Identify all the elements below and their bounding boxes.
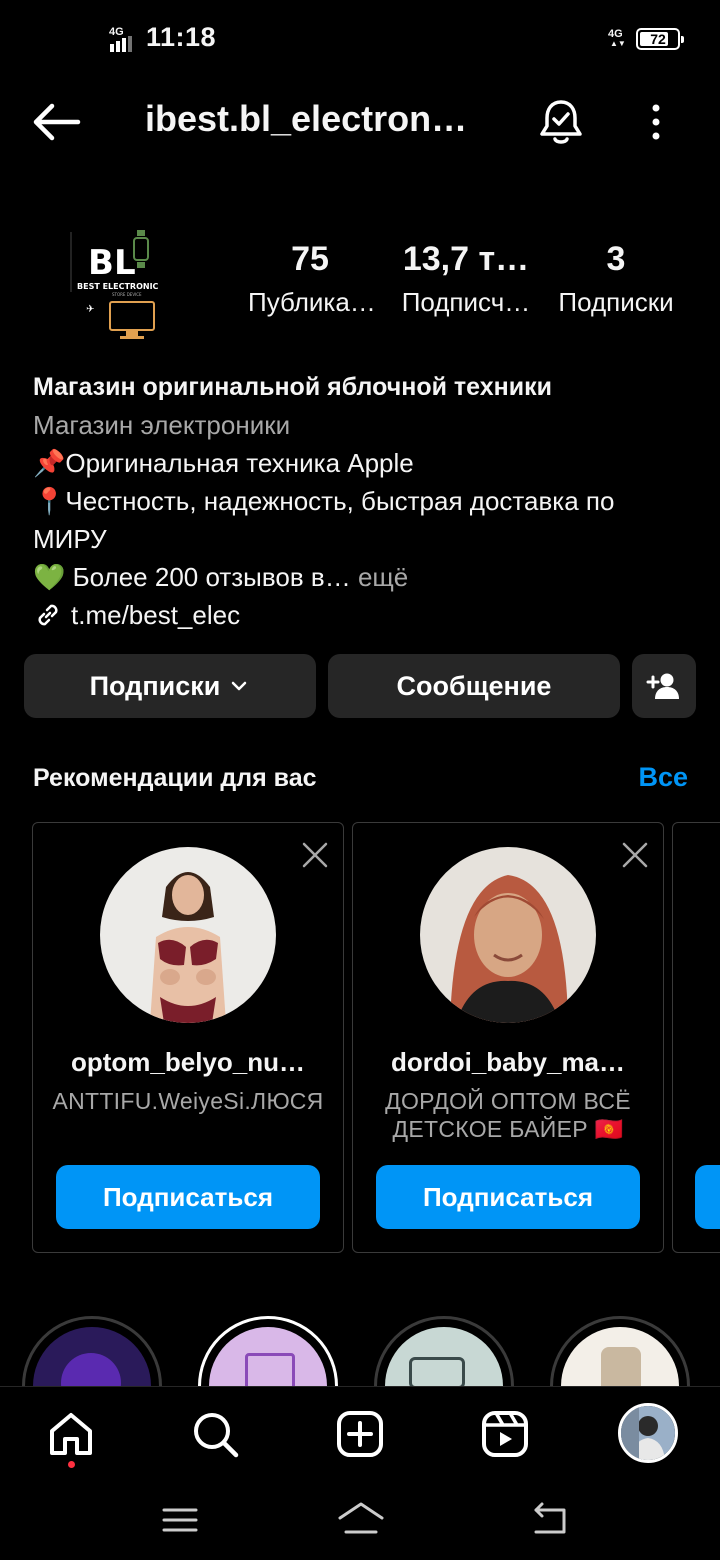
system-navigation-bar [0, 1480, 720, 1560]
create-icon [337, 1411, 383, 1457]
follow-button[interactable]: Подписаться [376, 1165, 640, 1229]
profile-display-name: Магазин оригинальной яблочной техники [33, 373, 553, 401]
bio-line: 📌Оригинальная техника Apple [33, 448, 414, 478]
battery-icon: 72 [636, 28, 684, 50]
close-icon [302, 842, 328, 868]
suggestion-card[interactable]: dordoi_baby_ma… ДОРДОЙ ОПТОМ ВСЁ ДЕТСКОЕ… [352, 822, 664, 1253]
link-icon [38, 604, 58, 626]
system-back-button[interactable] [528, 1500, 570, 1540]
profile-stats: 75 Публика… 13,7 т… Подписч… 3 Подписки [240, 240, 690, 330]
svg-text:B: B [88, 243, 114, 283]
nav-search[interactable] [190, 1409, 240, 1459]
notifications-button[interactable] [538, 98, 584, 146]
network-icon: 4G ▲▼ [608, 28, 626, 48]
signal-icon: 4G [108, 26, 138, 52]
battery-level: 72 [650, 31, 666, 47]
suggestion-username: dordoi_baby_ma… [390, 1047, 626, 1077]
system-home-button[interactable] [336, 1498, 386, 1542]
highlight-item[interactable] [550, 1316, 690, 1386]
following-stat[interactable]: 3 Подписки [550, 240, 682, 318]
profile-actions: Подписки Сообщение [24, 654, 696, 718]
bio-more-link[interactable]: ещё [358, 562, 408, 592]
nav-profile-avatar[interactable] [618, 1403, 678, 1463]
posts-stat[interactable]: 75 Публика… [248, 240, 376, 318]
back-button[interactable] [30, 102, 82, 142]
followers-stat[interactable]: 13,7 т… Подписч… [396, 240, 536, 318]
suggestion-card[interactable]: optom_belyo_nu… ANTTIFU.WeiyeSi.ЛЮСЯ Под… [32, 822, 344, 1253]
suggestion-subtitle: ANTTIFU.WeiyeSi.ЛЮСЯ [52, 1088, 324, 1114]
profile-header: ibest.bl_electron… [0, 78, 720, 166]
return-icon [534, 1502, 566, 1534]
home-icon [50, 1413, 92, 1455]
add-user-icon [646, 673, 679, 699]
nav-create[interactable] [335, 1409, 385, 1459]
suggestion-subtitle: ДОРДОЙ ОПТОМ ВСЁ ДЕТСКОЕ БАЙЕР 🇰🇬 [385, 1088, 631, 1142]
nav-home[interactable] [46, 1409, 96, 1459]
see-all-link[interactable]: Все [638, 762, 688, 793]
clock: 11:18 [146, 22, 217, 52]
highlight-item[interactable] [198, 1316, 338, 1386]
svg-text:✈: ✈ [86, 304, 94, 315]
bio-link[interactable]: t.me/best_elec [33, 596, 693, 634]
highlight-item[interactable] [374, 1316, 514, 1386]
svg-text:BEST ELECTRONIC: BEST ELECTRONIC [77, 282, 159, 291]
suggestion-username: optom_belyo_nu… [70, 1047, 305, 1077]
recommendations-title: Рекомендации для вас [33, 764, 317, 792]
recommendations-header: Рекомендации для вас Все [33, 760, 688, 800]
reels-icon [482, 1411, 528, 1457]
bottom-navigation [0, 1386, 720, 1480]
brand-logo: B L BEST ELECTRONIC STORE DEVICE ✈ [70, 230, 159, 339]
profile-username: ibest.bl_electron… [145, 98, 468, 139]
notification-dot [68, 1461, 75, 1468]
status-bar: 4G 11:18 4G ▲▼ 72 [0, 0, 720, 78]
close-icon [622, 842, 648, 868]
dismiss-suggestion-button[interactable] [301, 841, 329, 869]
more-options-button[interactable] [640, 100, 672, 144]
suggestion-card-partial[interactable] [672, 822, 720, 1253]
suggestion-avatar[interactable] [420, 847, 596, 1023]
bell-check-icon [540, 100, 582, 144]
home-outline-icon [338, 1502, 384, 1534]
menu-icon [162, 1508, 198, 1532]
recents-button[interactable] [160, 1500, 200, 1540]
story-highlights [0, 1310, 720, 1386]
profile-avatar[interactable]: B L BEST ELECTRONIC STORE DEVICE ✈ [56, 226, 174, 346]
back-arrow-icon [33, 103, 81, 141]
profile-bio: Магазин оригинальной яблочной техники Ма… [33, 368, 693, 634]
following-dropdown-button[interactable]: Подписки [24, 654, 316, 718]
message-button[interactable]: Сообщение [328, 654, 620, 718]
suggest-users-button[interactable] [632, 654, 696, 718]
bio-line: 💚 Более 200 отзывов в… ещё [33, 562, 409, 592]
svg-text:L: L [114, 243, 136, 283]
chevron-down-icon [232, 681, 247, 691]
profile-category: Магазин электроники [33, 410, 291, 440]
follow-button[interactable]: Подписаться [56, 1165, 320, 1229]
follow-button[interactable] [695, 1165, 720, 1229]
status-bar-left: 4G 11:18 [108, 22, 216, 53]
bio-line: 📍Честность, надежность, быстрая доставка… [33, 486, 615, 554]
more-vertical-icon [652, 104, 660, 140]
nav-reels[interactable] [480, 1409, 530, 1459]
dismiss-suggestion-button[interactable] [621, 841, 649, 869]
highlight-item[interactable] [22, 1316, 162, 1386]
svg-text:STORE DEVICE: STORE DEVICE [112, 292, 142, 297]
suggestion-avatar[interactable] [100, 847, 276, 1023]
status-bar-right: 4G ▲▼ 72 [608, 28, 684, 50]
search-icon [194, 1413, 239, 1458]
